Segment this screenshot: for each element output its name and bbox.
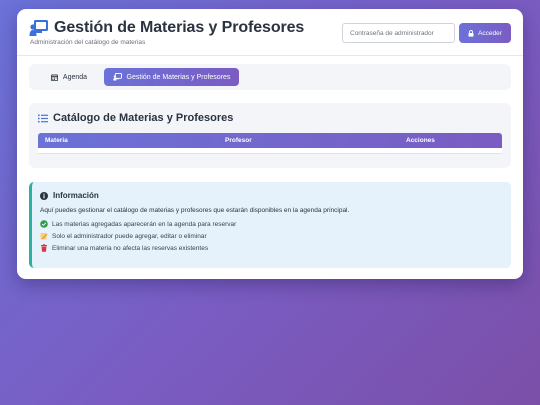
admin-password-input[interactable] bbox=[342, 23, 455, 43]
tab-materias-profesores-label: Gestión de Materias y Profesores bbox=[126, 73, 231, 81]
info-item: Las materias agregadas aparecerán en la … bbox=[40, 220, 236, 228]
catalog-title: Catálogo de Materias y Profesores bbox=[53, 112, 234, 124]
chalkboard-teacher-icon bbox=[112, 73, 122, 81]
tab-materias-profesores[interactable]: Gestión de Materias y Profesores bbox=[104, 68, 239, 86]
list-icon bbox=[38, 114, 48, 122]
tab-agenda[interactable]: Agenda bbox=[44, 68, 94, 86]
info-title-row: Información bbox=[40, 191, 99, 200]
tabs-bar: Agenda Gestión de Materias y Profesores bbox=[29, 64, 511, 90]
info-title: Información bbox=[53, 191, 99, 200]
check-circle-icon bbox=[40, 220, 48, 228]
trash-icon bbox=[40, 244, 48, 252]
info-item-text: Solo el administrador puede agregar, edi… bbox=[52, 232, 207, 240]
page-title: Gestión de Materias y Profesores bbox=[54, 19, 305, 36]
calendar-icon bbox=[50, 73, 58, 81]
lock-icon bbox=[468, 29, 474, 37]
info-item: Solo el administrador puede agregar, edi… bbox=[40, 232, 207, 240]
title-row: Gestión de Materias y Profesores bbox=[29, 19, 304, 37]
info-item-text: Las materias agregadas aparecerán en la … bbox=[52, 220, 237, 228]
info-circle-icon bbox=[40, 191, 48, 200]
catalog-title-row: Catálogo de Materias y Profesores bbox=[38, 112, 233, 124]
info-box: Información Aquí puedes gestionar el cat… bbox=[29, 182, 511, 268]
access-button[interactable]: Acceder bbox=[459, 23, 511, 43]
column-header-profesor: Profesor bbox=[225, 137, 252, 144]
catalog-panel: Catálogo de Materias y Profesores Materi… bbox=[29, 103, 511, 168]
page-subtitle: Administración del catálogo de materias bbox=[30, 39, 146, 46]
main-card: Gestión de Materias y Profesores Adminis… bbox=[17, 9, 523, 279]
column-header-acciones: Acciones bbox=[406, 137, 435, 144]
catalog-table-header: Materia Profesor Acciones bbox=[38, 133, 502, 148]
pencil-icon bbox=[40, 232, 48, 240]
info-item: Eliminar una materia no afecta las reser… bbox=[40, 244, 208, 252]
info-item-text: Eliminar una materia no afecta las reser… bbox=[52, 244, 209, 252]
tab-agenda-label: Agenda bbox=[62, 73, 88, 81]
chalkboard-teacher-icon bbox=[29, 20, 48, 36]
column-header-materia: Materia bbox=[45, 137, 68, 144]
page-header: Gestión de Materias y Profesores Adminis… bbox=[17, 9, 523, 56]
access-button-label: Acceder bbox=[478, 29, 502, 37]
catalog-table-body bbox=[38, 148, 502, 154]
info-description: Aquí puedes gestionar el catálogo de mat… bbox=[40, 207, 350, 214]
